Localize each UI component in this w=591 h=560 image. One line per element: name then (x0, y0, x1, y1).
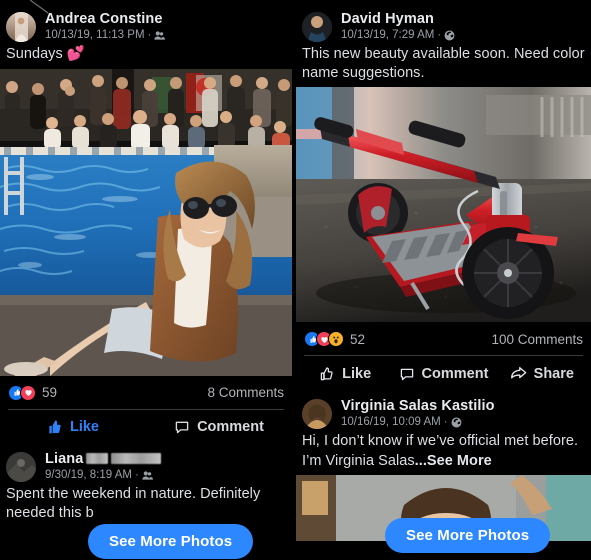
thumbs-up-icon (47, 419, 63, 435)
post-body-line1: Spent the weekend in nature. Definitely (6, 485, 261, 502)
post-author-first: Liana (45, 450, 84, 467)
comment-bubble-icon (174, 419, 190, 435)
feed-container: Andrea Constine 10/13/19, 11:13 PM · Sun… (0, 0, 591, 560)
comment-button-label: Comment (421, 365, 489, 382)
reactions-group[interactable]: 52 (304, 331, 366, 348)
comment-button[interactable]: Comment (146, 419, 292, 435)
love-reaction-icon (20, 384, 36, 401)
post-header-text: David Hyman 10/13/19, 7:29 AM · (341, 10, 455, 42)
comment-button[interactable]: Comment (394, 365, 492, 382)
avatar[interactable] (302, 12, 332, 42)
post-meta: 10/13/19, 11:13 PM · (45, 29, 166, 42)
post-header-virginia: Virginia Salas Kastilio 10/16/19, 10:09 … (296, 391, 591, 430)
right-column: David Hyman 10/13/19, 7:29 AM · This new… (296, 0, 591, 560)
wow-reaction-icon (328, 331, 344, 348)
post-author[interactable]: Andrea Constine (45, 11, 165, 27)
left-column: Andrea Constine 10/13/19, 11:13 PM · Sun… (0, 0, 292, 560)
reaction-count: 59 (42, 385, 58, 401)
post-header-text: Virginia Salas Kastilio 10/16/19, 10:09 … (341, 397, 495, 429)
post-timestamp[interactable]: 9/30/19, 8:19 AM (45, 469, 132, 482)
post-meta: 10/13/19, 7:29 AM · (341, 29, 455, 42)
post-header-liana: Liana 9/30/19, 8:19 AM · (0, 444, 292, 482)
post-header-text: Andrea Constine 10/13/19, 11:13 PM · (45, 10, 166, 42)
post-body-line2: needed this b (6, 505, 94, 522)
post-header-text: Liana 9/30/19, 8:19 AM · (45, 450, 162, 482)
comment-count[interactable]: 8 Comments (207, 385, 284, 400)
see-more-link[interactable]: ...See More (415, 453, 492, 469)
post-header-david: David Hyman 10/13/19, 7:29 AM · (296, 0, 591, 42)
globe-icon (444, 30, 455, 41)
post-body-line2: I’m Virginia Salas...See More (296, 451, 591, 471)
avatar[interactable] (6, 451, 36, 482)
comment-button-label: Comment (197, 418, 264, 435)
see-more-photos-button-right[interactable]: See More Photos (385, 518, 551, 553)
post-body-line2-prefix: I’m Virginia Salas (302, 452, 415, 469)
share-button-label: Share (533, 365, 574, 382)
like-button-label: Like (342, 365, 372, 382)
globe-icon (451, 417, 462, 428)
like-button-label: Like (69, 418, 99, 435)
thumbs-up-icon (319, 366, 335, 382)
post-timestamp[interactable]: 10/13/19, 7:29 AM (341, 29, 434, 42)
post-author[interactable]: Liana (45, 450, 162, 467)
avatar[interactable] (6, 12, 36, 42)
meta-separator: · (134, 468, 139, 481)
like-button[interactable]: Like (296, 365, 394, 382)
meta-separator: · (443, 416, 448, 429)
action-bar: Like Comment Share (296, 356, 591, 391)
redacted-name-block-1 (86, 452, 109, 464)
see-more-photos-button-left[interactable]: See More Photos (88, 524, 254, 559)
comment-bubble-icon (399, 366, 415, 382)
like-button[interactable]: Like (0, 419, 146, 435)
post-timestamp[interactable]: 10/13/19, 11:13 PM (45, 29, 145, 42)
post-body-line2: name suggestions. (302, 64, 425, 81)
post-body: Sundays 💕 (6, 46, 85, 63)
post-header-andrea: Andrea Constine 10/13/19, 11:13 PM · (0, 0, 292, 42)
redacted-name-block-2 (111, 452, 162, 464)
friends-icon (154, 30, 166, 41)
engagement-summary: 52 100 Comments (296, 322, 591, 355)
post-timestamp[interactable]: 10/16/19, 10:09 AM (341, 416, 441, 429)
post-body-line1: This new beauty available soon. Need col… (302, 46, 585, 63)
meta-separator: · (147, 29, 152, 42)
reaction-count: 52 (350, 331, 366, 347)
post-author[interactable]: David Hyman (341, 11, 455, 27)
meta-separator: · (437, 29, 442, 42)
post-photo-scooter[interactable] (296, 87, 591, 323)
post-photo-pool-party[interactable] (0, 68, 292, 376)
post-body-line1: Hi, I don’t know if we’ve official met b… (302, 433, 579, 450)
post-meta: 9/30/19, 8:19 AM · (45, 469, 161, 482)
share-button[interactable]: Share (493, 365, 591, 382)
comment-count[interactable]: 100 Comments (491, 332, 583, 347)
avatar[interactable] (302, 399, 332, 430)
share-arrow-icon (510, 365, 527, 382)
engagement-summary: 59 8 Comments (0, 376, 292, 409)
action-bar: Like Comment (0, 410, 292, 444)
reactions-group[interactable]: 59 (8, 384, 58, 401)
post-author[interactable]: Virginia Salas Kastilio (341, 398, 495, 414)
friends-icon (142, 470, 153, 481)
post-meta: 10/16/19, 10:09 AM · (341, 416, 495, 429)
